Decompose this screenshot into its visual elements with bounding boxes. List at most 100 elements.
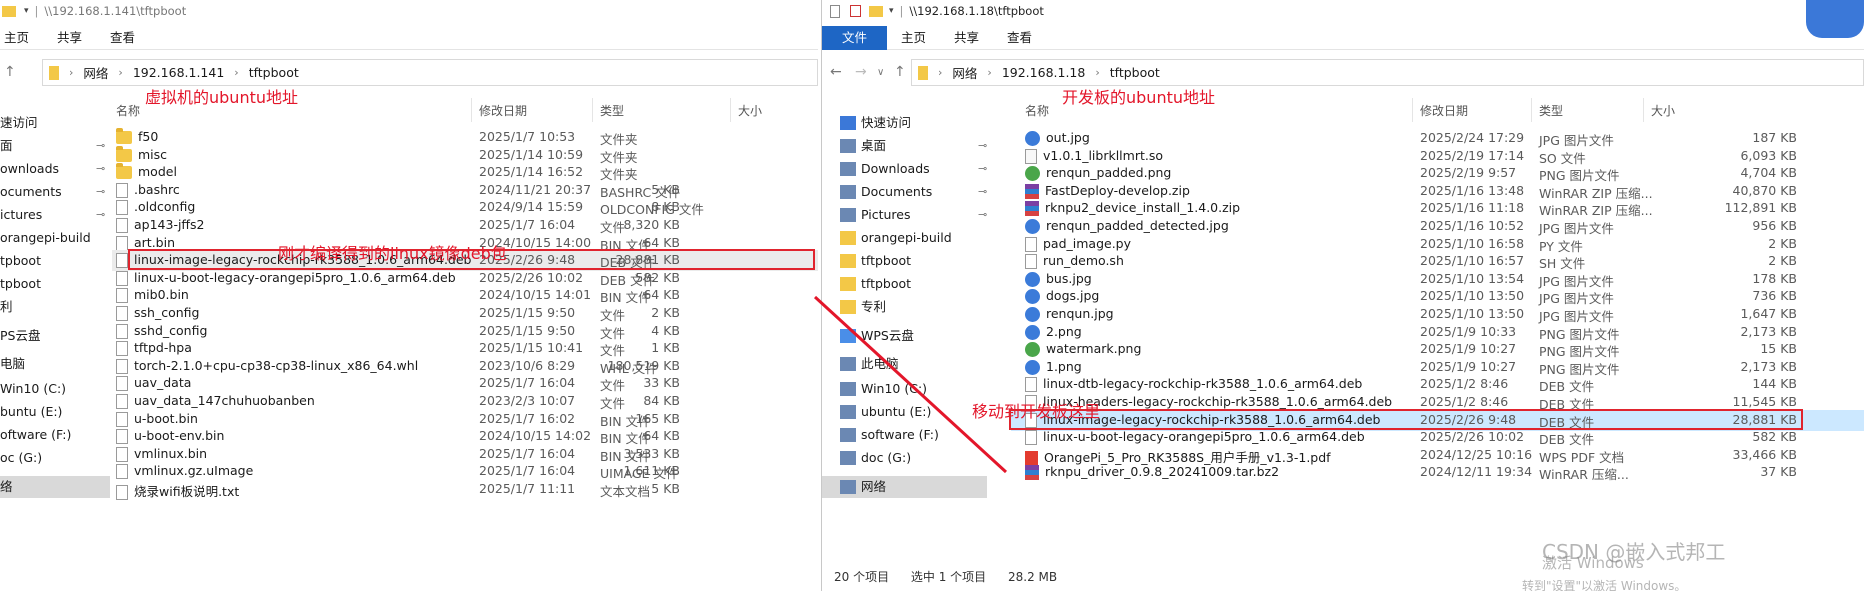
breadcrumb-folder[interactable]: tftpboot — [249, 65, 299, 80]
tab-home[interactable]: 主页 — [887, 26, 940, 50]
pin-icon[interactable]: ⊸ — [96, 185, 105, 198]
sidebar-item[interactable]: 面 — [0, 135, 13, 157]
item-count: 20 个项目 — [834, 570, 890, 584]
dropdown-icon[interactable]: ▾ — [889, 6, 894, 16]
sidebar-item[interactable]: 快速访问 — [840, 112, 911, 134]
file-size: 64 KB — [643, 234, 680, 250]
right-address-row: ← → ∨ ↑ › 网络 › 192.168.1.18 › tftpboot — [822, 55, 1864, 91]
file-date: 2025/1/14 16:52 — [479, 164, 584, 180]
address-bar[interactable]: › 网络 › 192.168.1.18 › tftpboot — [911, 59, 1864, 86]
sidebar-item[interactable]: WPS云盘 — [840, 325, 914, 347]
tab-file[interactable]: 文件 — [822, 25, 888, 50]
sidebar-item[interactable]: oftware (F:) — [0, 424, 71, 446]
sidebar-icon — [840, 329, 856, 343]
tab-view[interactable]: 查看 — [96, 26, 149, 50]
sidebar-item[interactable]: software (F:) — [840, 424, 939, 446]
tab-view[interactable]: 查看 — [993, 26, 1046, 50]
column-header[interactable]: 大小 — [1651, 102, 1675, 119]
column-divider[interactable] — [1531, 98, 1532, 122]
pin-icon[interactable]: ⊸ — [96, 162, 105, 175]
sidebar-item[interactable]: tftpboot — [840, 250, 911, 272]
sidebar-item[interactable]: Documents — [840, 181, 932, 203]
column-divider[interactable] — [730, 98, 731, 122]
file-name: bus.jpg — [1046, 270, 1092, 286]
sidebar-item[interactable]: buntu (E:) — [0, 401, 62, 423]
sidebar-item[interactable]: Win10 (C:) — [840, 378, 927, 400]
file-name: model — [138, 164, 177, 180]
file-size: 1,611 KB — [623, 463, 680, 479]
properties-icon[interactable] — [830, 4, 840, 18]
folder-icon — [116, 163, 132, 180]
breadcrumb-folder[interactable]: tftpboot — [1110, 65, 1160, 80]
file-name: renqun.jpg — [1046, 306, 1114, 321]
sidebar-item[interactable]: ictures — [0, 204, 42, 226]
sidebar-item[interactable]: 此电脑 — [840, 353, 899, 375]
breadcrumb-network[interactable]: 网络 — [83, 63, 108, 82]
forward-arrow-icon[interactable]: → — [855, 64, 867, 80]
sidebar-item[interactable]: 桌面 — [840, 135, 886, 157]
column-header[interactable]: 名称 — [1025, 102, 1049, 119]
file-name: rknpu_driver_0.9.8_20241009.tar.bz2 — [1045, 464, 1280, 480]
file-name: .oldconfig — [134, 199, 196, 215]
pin-icon[interactable]: ⊸ — [978, 208, 987, 221]
up-arrow-icon[interactable]: ↑ — [4, 64, 16, 80]
column-header[interactable]: 名称 — [116, 102, 140, 119]
sidebar-item[interactable]: 网络 — [822, 476, 987, 498]
pin-icon[interactable]: ⊸ — [978, 139, 987, 152]
pin-icon[interactable]: ⊸ — [978, 185, 987, 198]
sidebar-item[interactable]: orangepi-build — [0, 227, 91, 249]
column-divider[interactable] — [1412, 98, 1413, 122]
column-divider[interactable] — [471, 98, 472, 122]
sidebar-icon — [840, 185, 856, 199]
file-icon — [1025, 377, 1037, 393]
sidebar-item[interactable]: orangepi-build — [840, 227, 952, 249]
file-name-cell: u-boot-env.bin — [116, 428, 224, 445]
column-header[interactable]: 修改日期 — [479, 102, 527, 119]
checkbox-icon[interactable] — [850, 5, 861, 17]
sidebar-item[interactable]: 络 — [0, 476, 110, 498]
sidebar-icon — [840, 254, 856, 268]
sidebar-item[interactable]: PS云盘 — [0, 325, 40, 347]
sidebar-item[interactable]: Pictures — [840, 204, 911, 226]
sidebar-item[interactable]: ocuments — [0, 181, 62, 203]
sidebar-item[interactable]: 利 — [0, 296, 13, 318]
breadcrumb-network[interactable]: 网络 — [952, 63, 977, 82]
column-header[interactable]: 大小 — [738, 102, 762, 119]
sidebar-item[interactable]: oc (G:) — [0, 447, 42, 469]
sidebar-item[interactable]: tpboot — [0, 250, 41, 272]
sidebar-item[interactable]: tftpboot — [840, 273, 911, 295]
sidebar-item[interactable]: tpboot — [0, 273, 41, 295]
up-arrow-icon[interactable]: ↑ — [894, 64, 906, 80]
sidebar-item[interactable]: 电脑 — [0, 353, 25, 375]
back-arrow-icon[interactable]: ← — [830, 64, 842, 80]
sidebar-item[interactable]: 专利 — [840, 296, 886, 318]
tab-home[interactable]: 主页 — [0, 26, 43, 50]
pin-icon[interactable]: ⊸ — [978, 162, 987, 175]
column-header[interactable]: 修改日期 — [1420, 102, 1468, 119]
breadcrumb-host[interactable]: 192.168.1.141 — [133, 65, 224, 80]
pin-icon[interactable]: ⊸ — [96, 208, 105, 221]
file-date: 2025/1/10 13:54 — [1420, 270, 1525, 286]
sidebar-item[interactable]: ubuntu (E:) — [840, 401, 931, 423]
sidebar-item[interactable]: 速访问 — [0, 112, 38, 134]
file-row[interactable]: 烧录wifi板说明.txt 2025/1/7 11:11 文本文档 5 KB — [112, 479, 818, 500]
sidebar-item[interactable]: Downloads — [840, 158, 930, 180]
breadcrumb-host[interactable]: 192.168.1.18 — [1002, 65, 1086, 80]
address-bar[interactable]: › 网络 › 192.168.1.141 › tftpboot — [42, 59, 818, 86]
sidebar-item[interactable]: Win10 (C:) — [0, 378, 66, 400]
tab-share[interactable]: 共享 — [43, 26, 96, 50]
column-header[interactable]: 类型 — [1539, 102, 1563, 119]
column-header[interactable]: 类型 — [600, 102, 624, 119]
file-name-cell: u-boot.bin — [116, 411, 198, 427]
column-divider[interactable] — [1643, 98, 1644, 122]
recent-locations-icon[interactable]: ∨ — [877, 67, 884, 78]
sidebar-item[interactable]: doc (G:) — [840, 447, 911, 469]
dropdown-icon[interactable]: ▾ — [24, 6, 29, 16]
pin-icon[interactable]: ⊸ — [96, 139, 105, 152]
tab-share[interactable]: 共享 — [940, 26, 993, 50]
sidebar-item[interactable]: ownloads — [0, 158, 59, 180]
column-divider[interactable] — [592, 98, 593, 122]
sidebar-label: 面 — [0, 138, 13, 153]
file-row[interactable]: rknpu_driver_0.9.8_20241009.tar.bz2 2024/… — [1011, 462, 1864, 483]
file-name: v1.0.1_librkllmrt.so — [1043, 147, 1164, 163]
